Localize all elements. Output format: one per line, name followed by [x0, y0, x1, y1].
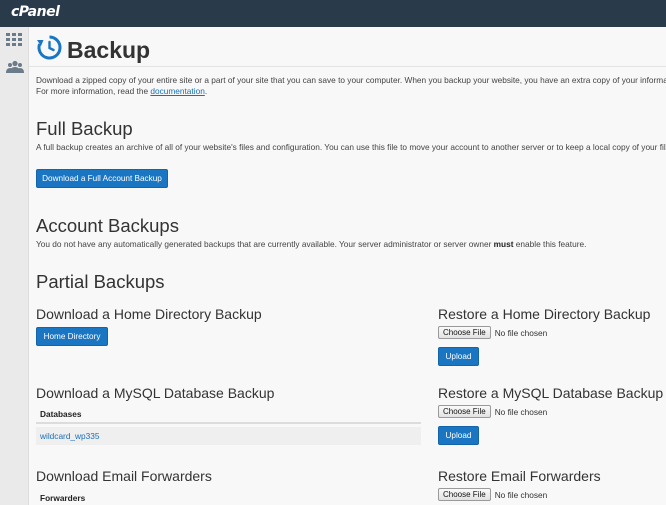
grid-icon[interactable]: [6, 33, 24, 47]
mysql-upload-button[interactable]: Upload: [438, 426, 479, 445]
page-title: Backup: [67, 37, 151, 63]
main-content: Backup Download a zipped copy of your en…: [29, 27, 666, 505]
cpanel-logo[interactable]: cPanel: [11, 4, 60, 20]
account-backups-desc-start: You do not have any automatically genera…: [36, 239, 494, 249]
users-icon[interactable]: [6, 60, 24, 74]
mysql-file-picker: Choose File No file chosen: [438, 405, 547, 418]
databases-table-header: Databases: [36, 406, 421, 424]
mysql-no-file-text: No file chosen: [494, 406, 548, 417]
divider: [29, 66, 666, 67]
home-file-picker: Choose File No file chosen: [438, 326, 547, 339]
top-bar: cPanel: [0, 0, 666, 27]
home-upload-button[interactable]: Upload: [438, 347, 479, 366]
home-directory-button[interactable]: Home Directory: [36, 327, 108, 346]
download-full-backup-button[interactable]: Download a Full Account Backup: [36, 169, 168, 188]
intro-line-2-suffix: .: [204, 86, 208, 96]
backup-icon: [36, 34, 63, 61]
forwarders-file-picker: Choose File No file chosen: [438, 488, 547, 501]
mysql-choose-file-button[interactable]: Choose File: [438, 405, 491, 418]
intro-line-1: Download a zipped copy of your entire si…: [36, 75, 666, 85]
intro-line-2-prefix: For more information, read the: [36, 86, 151, 96]
forwarders-table-header: Forwarders: [40, 493, 86, 503]
account-backups-description: You do not have any automatically genera…: [36, 239, 586, 249]
database-row[interactable]: wildcard_wp335: [36, 427, 421, 445]
must-emphasis: must: [493, 239, 514, 249]
forwarders-choose-file-button[interactable]: Choose File: [438, 488, 491, 501]
partial-backups-heading: Partial Backups: [36, 271, 165, 292]
download-home-heading: Download a Home Directory Backup: [36, 306, 262, 322]
intro-line-2: For more information, read the documenta…: [36, 86, 666, 97]
account-backups-desc-end: enable this feature.: [513, 239, 587, 249]
sidebar: [0, 27, 29, 505]
home-choose-file-button[interactable]: Choose File: [438, 326, 491, 339]
restore-forwarders-heading: Restore Email Forwarders: [438, 468, 601, 484]
restore-home-heading: Restore a Home Directory Backup: [438, 306, 651, 322]
documentation-link[interactable]: documentation: [150, 86, 204, 96]
restore-mysql-heading: Restore a MySQL Database Backup: [438, 385, 664, 401]
home-no-file-text: No file chosen: [494, 327, 548, 338]
account-backups-heading: Account Backups: [36, 215, 179, 236]
download-mysql-heading: Download a MySQL Database Backup: [36, 385, 275, 401]
full-backup-description: A full backup creates an archive of all …: [36, 142, 666, 152]
forwarders-no-file-text: No file chosen: [494, 489, 548, 500]
full-backup-heading: Full Backup: [36, 118, 133, 139]
intro-text: Download a zipped copy of your entire si…: [36, 75, 666, 97]
download-forwarders-heading: Download Email Forwarders: [36, 468, 212, 484]
